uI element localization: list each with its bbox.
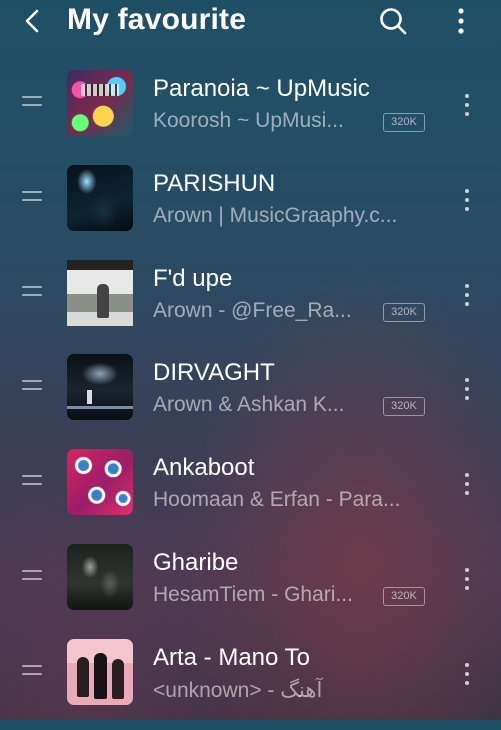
drag-handle-icon[interactable] — [22, 285, 42, 302]
quality-badge: 320K — [383, 302, 425, 322]
drag-handle-icon[interactable] — [22, 569, 42, 586]
song-row[interactable]: PARISHUN Arown | MusicGraaphy.c... — [0, 161, 501, 256]
song-title: Ankaboot — [153, 454, 255, 482]
song-title: PARISHUN — [153, 169, 276, 197]
song-artist: <unknown> - آهنگ — [153, 678, 323, 702]
quality-badge: 320K — [383, 586, 425, 606]
song-row[interactable]: DIRVAGHT Arown & Ashkan K... 320K — [0, 350, 501, 445]
song-list: Paranoia ~ UpMusic Koorosh ~ UpMusi... 3… — [0, 66, 501, 730]
album-art — [67, 164, 133, 231]
more-vertical-icon[interactable] — [458, 187, 476, 213]
song-title: DIRVAGHT — [153, 359, 275, 387]
more-vertical-icon[interactable] — [458, 282, 476, 308]
quality-badge: 320K — [383, 397, 425, 417]
song-title: Arta - Mano To — [153, 643, 310, 671]
drag-handle-icon[interactable] — [22, 380, 42, 396]
more-vertical-icon[interactable] — [458, 92, 476, 118]
album-art — [67, 638, 133, 705]
song-artist: Arown - @Free_Ra... — [153, 298, 352, 322]
song-artist: HesamTiem - Ghari... — [153, 582, 353, 606]
song-row[interactable]: Arta - Mano To <unknown> - آهنگ — [0, 635, 501, 730]
album-art — [67, 70, 133, 136]
song-row[interactable]: Gharibe HesamTiem - Ghari... 320K — [0, 540, 501, 635]
drag-handle-icon[interactable] — [22, 96, 42, 112]
top-bar: My favourite — [0, 0, 501, 44]
song-row[interactable]: Ankaboot Hoomaan & Erfan - Para... — [0, 445, 501, 540]
album-art — [67, 543, 133, 610]
more-vertical-icon[interactable] — [458, 661, 476, 687]
album-art — [67, 449, 133, 516]
drag-handle-icon[interactable] — [22, 475, 42, 491]
more-vertical-icon[interactable] — [458, 566, 476, 592]
search-icon[interactable] — [378, 6, 408, 36]
drag-handle-icon[interactable] — [22, 190, 42, 207]
quality-badge: 320K — [383, 113, 425, 132]
chevron-left-icon[interactable] — [20, 8, 46, 34]
song-title: Gharibe — [153, 548, 239, 576]
more-vertical-icon[interactable] — [458, 376, 476, 402]
more-vertical-icon[interactable] — [458, 471, 476, 497]
song-artist: Hoomaan & Erfan - Para... — [153, 488, 401, 512]
song-row[interactable]: F'd upe Arown - @Free_Ra... 320K — [0, 256, 501, 351]
drag-handle-icon[interactable] — [22, 664, 42, 681]
album-art — [67, 354, 133, 421]
song-artist: Koorosh ~ UpMusi... — [153, 109, 344, 132]
song-title: F'd upe — [153, 264, 233, 292]
album-art — [67, 259, 133, 326]
song-artist: Arown | MusicGraaphy.c... — [153, 203, 398, 227]
more-vertical-icon[interactable] — [450, 6, 472, 36]
song-title: Paranoia ~ UpMusic — [153, 75, 370, 102]
song-artist: Arown & Ashkan K... — [153, 393, 345, 417]
song-row[interactable]: Paranoia ~ UpMusic Koorosh ~ UpMusi... 3… — [0, 66, 501, 161]
page-title: My favourite — [67, 3, 247, 36]
